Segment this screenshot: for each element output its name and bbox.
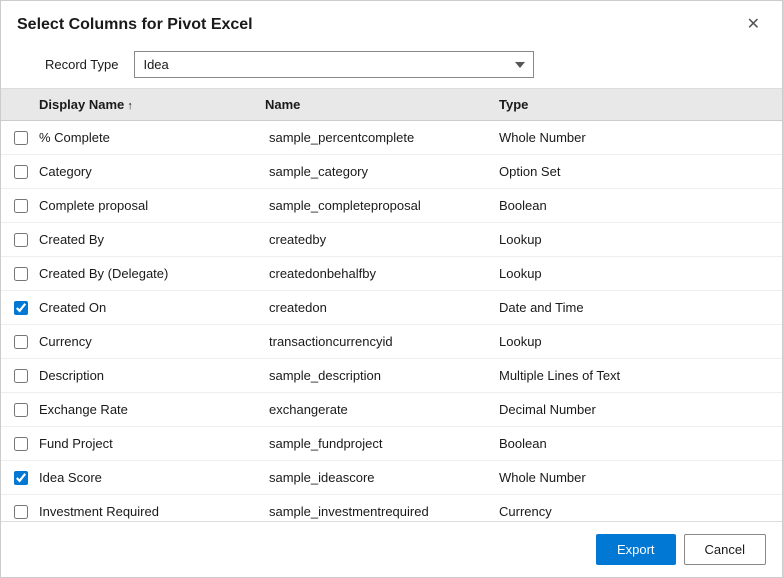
row-checkbox-cell[interactable] — [1, 505, 31, 519]
col-type: Type — [491, 97, 768, 112]
dialog-header: Select Columns for Pivot Excel ✕ — [1, 1, 782, 45]
row-type: Decimal Number — [491, 402, 768, 417]
row-type: Date and Time — [491, 300, 768, 315]
row-checkbox-cell[interactable] — [1, 131, 31, 145]
row-checkbox-cell[interactable] — [1, 165, 31, 179]
record-type-row: Record Type Idea — [1, 45, 782, 88]
row-display-name: Created By (Delegate) — [31, 266, 261, 281]
table-row: Created On createdon Date and Time — [1, 291, 782, 325]
row-name: createdby — [261, 232, 491, 247]
dialog-footer: Export Cancel — [1, 522, 782, 577]
row-display-name: Category — [31, 164, 261, 179]
row-name: sample_fundproject — [261, 436, 491, 451]
table-row: Currency transactioncurrencyid Lookup — [1, 325, 782, 359]
row-name: sample_investmentrequired — [261, 504, 491, 519]
table-row: Complete proposal sample_completeproposa… — [1, 189, 782, 223]
table-row: Fund Project sample_fundproject Boolean — [1, 427, 782, 461]
row-checkbox[interactable] — [14, 131, 28, 145]
export-button[interactable]: Export — [596, 534, 676, 565]
row-checkbox[interactable] — [14, 301, 28, 315]
row-display-name: Created By — [31, 232, 261, 247]
row-name: createdon — [261, 300, 491, 315]
row-checkbox-cell[interactable] — [1, 233, 31, 247]
row-type: Boolean — [491, 436, 768, 451]
record-type-select[interactable]: Idea — [134, 51, 534, 78]
table-header: Display Name ↑ Name Type — [1, 89, 782, 121]
close-button[interactable]: ✕ — [741, 15, 766, 35]
row-checkbox[interactable] — [14, 267, 28, 281]
table-row: Created By createdby Lookup — [1, 223, 782, 257]
row-display-name: Fund Project — [31, 436, 261, 451]
row-display-name: Currency — [31, 334, 261, 349]
table-row: Exchange Rate exchangerate Decimal Numbe… — [1, 393, 782, 427]
row-checkbox-cell[interactable] — [1, 403, 31, 417]
row-checkbox[interactable] — [14, 471, 28, 485]
row-checkbox-cell[interactable] — [1, 199, 31, 213]
row-display-name: Idea Score — [31, 470, 261, 485]
row-type: Whole Number — [491, 470, 768, 485]
cancel-button[interactable]: Cancel — [684, 534, 766, 565]
row-checkbox-cell[interactable] — [1, 335, 31, 349]
row-checkbox[interactable] — [14, 165, 28, 179]
record-type-label: Record Type — [45, 57, 118, 72]
row-display-name: Complete proposal — [31, 198, 261, 213]
row-checkbox-cell[interactable] — [1, 369, 31, 383]
row-display-name: Exchange Rate — [31, 402, 261, 417]
row-type: Boolean — [491, 198, 768, 213]
row-checkbox[interactable] — [14, 369, 28, 383]
dialog: Select Columns for Pivot Excel ✕ Record … — [0, 0, 783, 578]
table-row: Investment Required sample_investmentreq… — [1, 495, 782, 521]
table-row: Category sample_category Option Set — [1, 155, 782, 189]
row-checkbox[interactable] — [14, 403, 28, 417]
row-type: Lookup — [491, 266, 768, 281]
row-name: sample_category — [261, 164, 491, 179]
row-display-name: % Complete — [31, 130, 261, 145]
row-checkbox[interactable] — [14, 505, 28, 519]
row-type: Currency — [491, 504, 768, 519]
row-checkbox[interactable] — [14, 199, 28, 213]
row-checkbox-cell[interactable] — [1, 437, 31, 451]
row-checkbox[interactable] — [14, 233, 28, 247]
row-checkbox-cell[interactable] — [1, 267, 31, 281]
table-row: % Complete sample_percentcomplete Whole … — [1, 121, 782, 155]
row-checkbox[interactable] — [14, 437, 28, 451]
row-display-name: Investment Required — [31, 504, 261, 519]
table-row: Created By (Delegate) createdonbehalfby … — [1, 257, 782, 291]
row-checkbox[interactable] — [14, 335, 28, 349]
row-type: Lookup — [491, 232, 768, 247]
row-checkbox-cell[interactable] — [1, 471, 31, 485]
row-type: Whole Number — [491, 130, 768, 145]
row-name: exchangerate — [261, 402, 491, 417]
col-display-name: Display Name ↑ — [31, 97, 261, 112]
table-body[interactable]: % Complete sample_percentcomplete Whole … — [1, 121, 782, 521]
row-name: sample_percentcomplete — [261, 130, 491, 145]
table-container: Display Name ↑ Name Type % Complete samp… — [1, 88, 782, 522]
row-display-name: Description — [31, 368, 261, 383]
row-checkbox-cell[interactable] — [1, 301, 31, 315]
row-type: Option Set — [491, 164, 768, 179]
row-name: sample_completeproposal — [261, 198, 491, 213]
row-display-name: Created On — [31, 300, 261, 315]
row-name: createdonbehalfby — [261, 266, 491, 281]
dialog-title: Select Columns for Pivot Excel — [17, 16, 253, 34]
row-type: Multiple Lines of Text — [491, 368, 768, 383]
row-name: sample_description — [261, 368, 491, 383]
table-row: Idea Score sample_ideascore Whole Number — [1, 461, 782, 495]
row-name: transactioncurrencyid — [261, 334, 491, 349]
row-name: sample_ideascore — [261, 470, 491, 485]
row-type: Lookup — [491, 334, 768, 349]
table-row: Description sample_description Multiple … — [1, 359, 782, 393]
col-name: Name — [261, 97, 491, 112]
